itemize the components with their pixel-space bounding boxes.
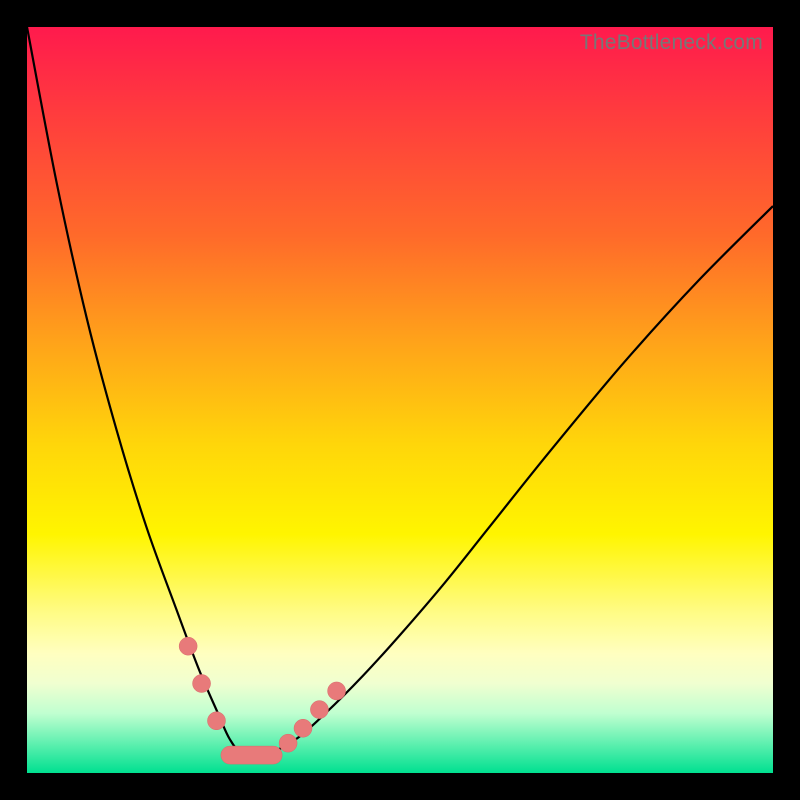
- curve-markers: [179, 637, 345, 764]
- curve-marker-pill: [221, 746, 282, 764]
- curve-marker-dot: [179, 637, 197, 655]
- chart-plot-area: TheBottleneck.com: [27, 27, 773, 773]
- bottleneck-curve: [27, 27, 773, 756]
- curve-marker-dot: [294, 719, 312, 737]
- curve-marker-dot: [279, 734, 297, 752]
- curve-marker-dot: [310, 701, 328, 719]
- watermark-text: TheBottleneck.com: [580, 31, 763, 55]
- chart-svg: [27, 27, 773, 773]
- curve-marker-dot: [328, 682, 346, 700]
- curve-marker-dot: [193, 674, 211, 692]
- curve-marker-dot: [207, 712, 225, 730]
